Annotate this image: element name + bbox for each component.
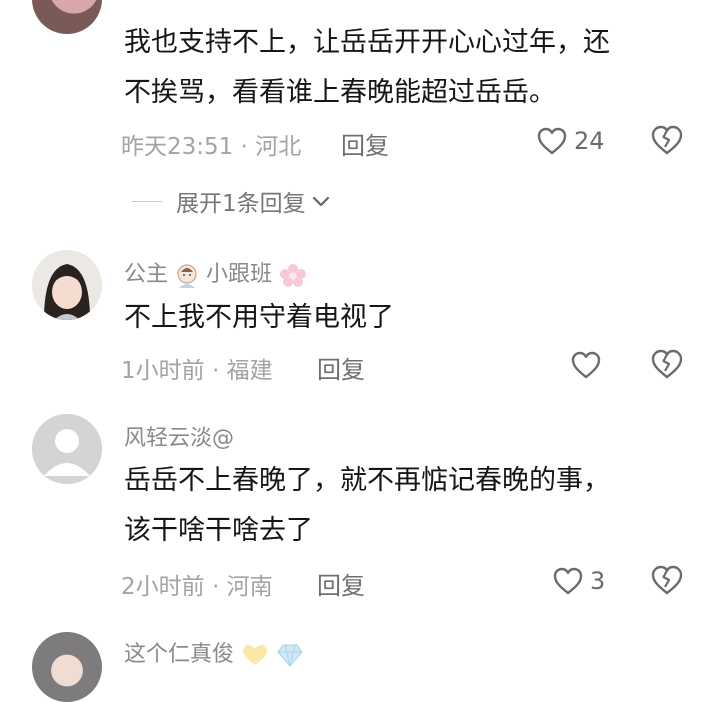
broken-heart-icon [651,125,683,155]
comment-location: 福建 [226,358,273,384]
meta-separator: · [204,574,227,600]
comment-text-line: 该干啥干啥去了 [124,515,313,546]
avatar[interactable] [32,0,102,34]
diamond-icon [277,644,303,667]
username[interactable]: 风轻云淡@ [124,420,234,452]
avatar[interactable] [32,250,102,320]
dislike-button[interactable] [650,564,684,598]
username-text: 这个仁真俊 [124,642,235,667]
broken-heart-icon [651,349,683,379]
like-count: 24 [574,127,605,155]
comment-text-line: 不挨骂，看看谁上春晚能超过岳岳。 [124,77,556,108]
comment-text-line: 不上我不用守着电视了 [124,302,394,333]
username[interactable]: 这个仁真俊 [124,636,304,668]
comment-meta: 1小时前 · 福建 [121,351,273,385]
expand-replies-button[interactable]: 展开1条回复 [132,184,332,218]
meta-separator: · [233,134,256,160]
username-text: 公主 [124,262,169,287]
comment-time: 2小时前 [121,574,205,600]
dislike-button[interactable] [650,124,684,158]
comment-time: 昨天23:51 [121,134,234,160]
comment-text-line: 我也支持不上，让岳岳开开心心过年，还 [124,27,610,58]
like-button[interactable]: 24 [536,124,605,158]
meta-separator: · [204,358,227,384]
reply-button[interactable]: 回复 [317,350,365,385]
comment-meta: 昨天23:51 · 河北 [121,127,301,161]
comment-meta: 2小时前 · 河南 [121,567,273,601]
like-count: 3 [590,567,606,595]
comment-text: 岳岳不上春晚了，就不再惦记春晚的事， 该干啥干啥去了 [124,456,610,556]
reply-button[interactable]: 回复 [317,566,365,601]
username[interactable]: 公主 小跟班 [124,256,307,288]
yellow-heart-icon [243,645,268,665]
avatar-image [32,250,102,320]
heart-outline-icon [571,351,601,379]
reply-button[interactable]: 回复 [341,126,389,161]
comment-location: 河北 [255,134,302,160]
like-button[interactable]: 3 [552,564,605,598]
comment-time: 1小时前 [121,358,205,384]
expand-replies-label: 展开1条回复 [176,191,306,217]
comment-location: 河南 [226,574,273,600]
comment-text: 我也支持不上，让岳岳开开心心过年，还 不挨骂，看看谁上春晚能超过岳岳。 [124,18,610,118]
avatar[interactable] [32,632,102,702]
divider [132,200,162,202]
username-suffix: 小跟班 [206,262,273,287]
default-avatar-icon [32,414,102,484]
chevron-down-icon [312,196,329,207]
comment-text-line: 岳岳不上春晚了，就不再惦记春晚的事， [124,465,610,496]
dislike-button[interactable] [650,348,684,382]
like-button[interactable] [570,348,608,382]
heart-outline-icon [537,127,567,155]
flower-icon [280,264,307,287]
broken-heart-icon [651,565,683,595]
heart-outline-icon [553,567,583,595]
comment-text: 不上我不用守着电视了 [124,293,394,343]
princess-badge-icon [177,264,197,288]
avatar[interactable] [32,414,102,484]
